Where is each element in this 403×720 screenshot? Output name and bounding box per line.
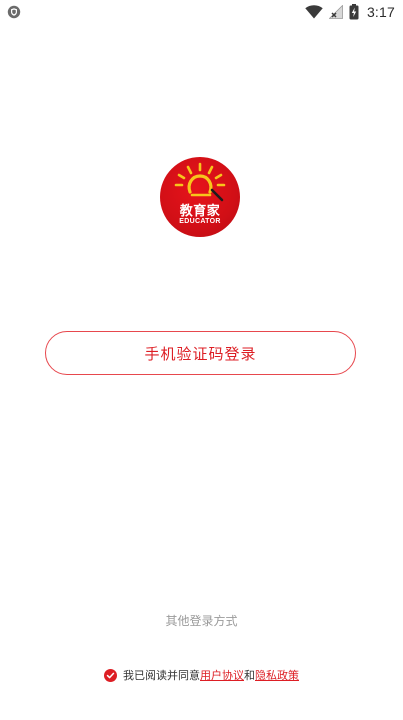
signal-icon	[328, 5, 343, 19]
agreement-conjunction: 和	[244, 669, 255, 682]
other-login-methods-link[interactable]: 其他登录方式	[0, 612, 403, 629]
status-time: 3:17	[366, 4, 395, 20]
status-bar: 3:17	[0, 0, 403, 24]
agreement-row: 我已阅读并同意 用户协议 和 隐私政策	[0, 667, 403, 683]
logo-title: 教育家	[179, 204, 221, 219]
wifi-icon	[305, 5, 323, 19]
sun-icon	[174, 162, 226, 202]
agreement-prefix: 我已阅读并同意	[123, 669, 200, 682]
user-agreement-link[interactable]: 用户协议	[200, 667, 244, 683]
check-circle-icon[interactable]	[104, 668, 117, 682]
status-icons: 3:17	[305, 0, 395, 24]
phone-login-button[interactable]: 手机验证码登录	[45, 331, 356, 375]
logo-subtitle: EDUCATOR	[179, 218, 221, 225]
privacy-policy-link[interactable]: 隐私政策	[255, 667, 299, 683]
shield-icon	[7, 5, 21, 19]
app-logo: 教育家 EDUCATOR	[160, 157, 240, 237]
battery-charging-icon	[349, 4, 359, 20]
